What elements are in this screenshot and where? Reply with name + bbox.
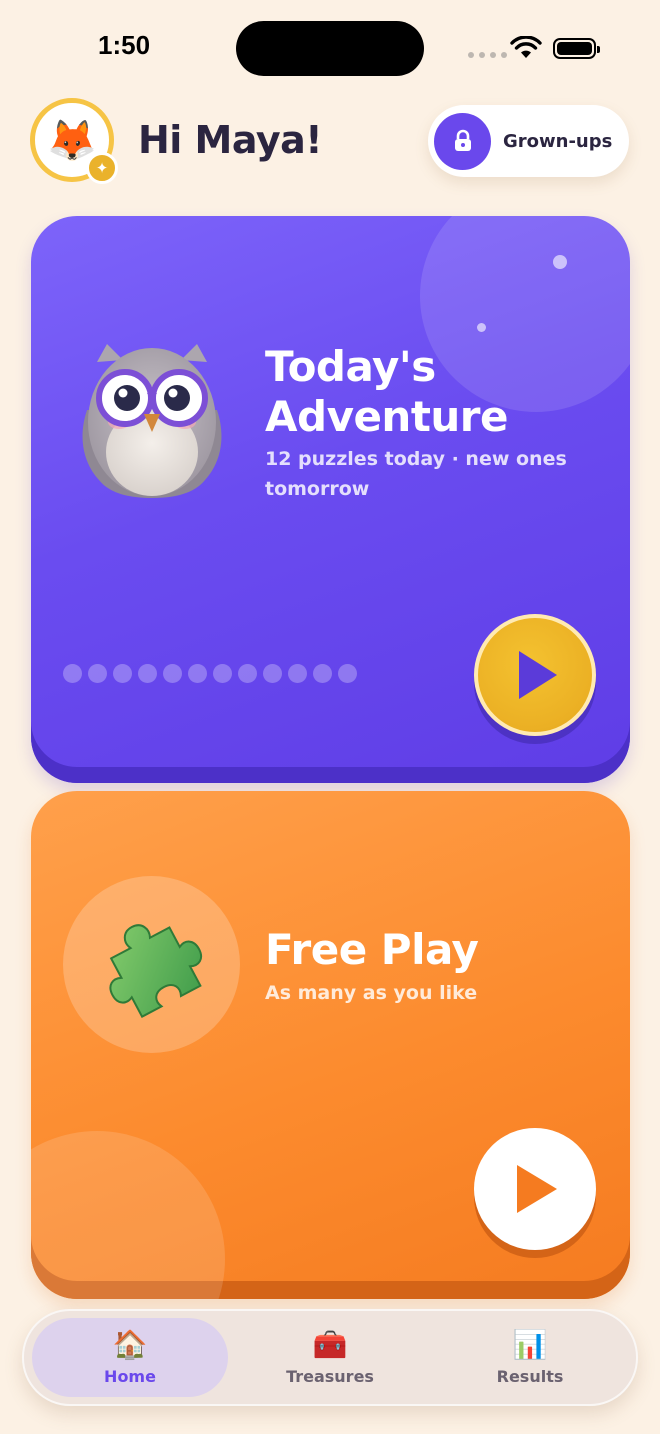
tab-home-label: Home <box>104 1367 156 1386</box>
play-icon <box>517 1165 557 1213</box>
grown-ups-button[interactable]: Grown-ups <box>428 105 629 177</box>
progress-dot <box>263 664 282 683</box>
free-play-card[interactable]: Free Play As many as you like <box>31 791 630 1299</box>
progress-dot <box>113 664 132 683</box>
adventure-title: Today's Adventure <box>265 342 509 442</box>
adventure-play-button[interactable] <box>474 614 596 736</box>
free-play-title: Free Play <box>265 925 479 974</box>
tab-results[interactable]: 📊 Results <box>432 1318 628 1397</box>
lock-icon <box>434 112 491 170</box>
toolbox-icon: 🧰 <box>312 1328 348 1361</box>
house-icon: 🏠 <box>112 1328 148 1361</box>
progress-dot <box>213 664 232 683</box>
dynamic-island <box>236 21 424 76</box>
tab-home[interactable]: 🏠 Home <box>32 1318 228 1397</box>
decorative-circle <box>31 1131 225 1299</box>
todays-adventure-card[interactable]: Today's Adventure 12 puzzles today · new… <box>31 216 630 783</box>
progress-dot <box>188 664 207 683</box>
adventure-subtitle-line2: tomorrow <box>265 478 370 500</box>
progress-dot <box>338 664 357 683</box>
battery-icon <box>553 38 600 59</box>
tab-results-label: Results <box>496 1367 564 1386</box>
puzzle-icon-background <box>63 876 240 1053</box>
signal-icon <box>468 52 507 58</box>
bottom-tab-bar: 🏠 Home 🧰 Treasures 📊 Results <box>22 1309 638 1406</box>
puzzle-progress-dots <box>63 664 357 683</box>
progress-dot <box>88 664 107 683</box>
adventure-title-line1: Today's <box>265 342 436 391</box>
sparkle-badge-icon: ✦ <box>86 152 118 184</box>
free-play-subtitle: As many as you like <box>265 982 478 1004</box>
free-play-play-button[interactable] <box>474 1128 596 1250</box>
puzzle-piece-icon <box>108 923 202 1018</box>
progress-dot <box>163 664 182 683</box>
bar-chart-icon: 📊 <box>512 1328 548 1361</box>
progress-dot <box>138 664 157 683</box>
tab-treasures-label: Treasures <box>286 1367 374 1386</box>
progress-dot <box>63 664 82 683</box>
status-time: 1:50 <box>98 30 151 60</box>
greeting-title: Hi Maya! <box>138 118 323 162</box>
decorative-dot <box>553 255 567 269</box>
tab-treasures[interactable]: 🧰 Treasures <box>232 1318 428 1397</box>
wifi-icon <box>510 36 542 58</box>
progress-dot <box>313 664 332 683</box>
play-icon <box>519 651 557 699</box>
owl-icon <box>82 344 222 498</box>
grown-ups-label: Grown-ups <box>503 130 613 152</box>
progress-dot <box>288 664 307 683</box>
adventure-title-line2: Adventure <box>265 392 509 441</box>
adventure-subtitle-line1: 12 puzzles today · new ones <box>265 448 567 470</box>
decorative-dot <box>477 323 486 332</box>
progress-dot <box>238 664 257 683</box>
adventure-subtitle: 12 puzzles today · new ones tomorrow <box>265 444 567 504</box>
